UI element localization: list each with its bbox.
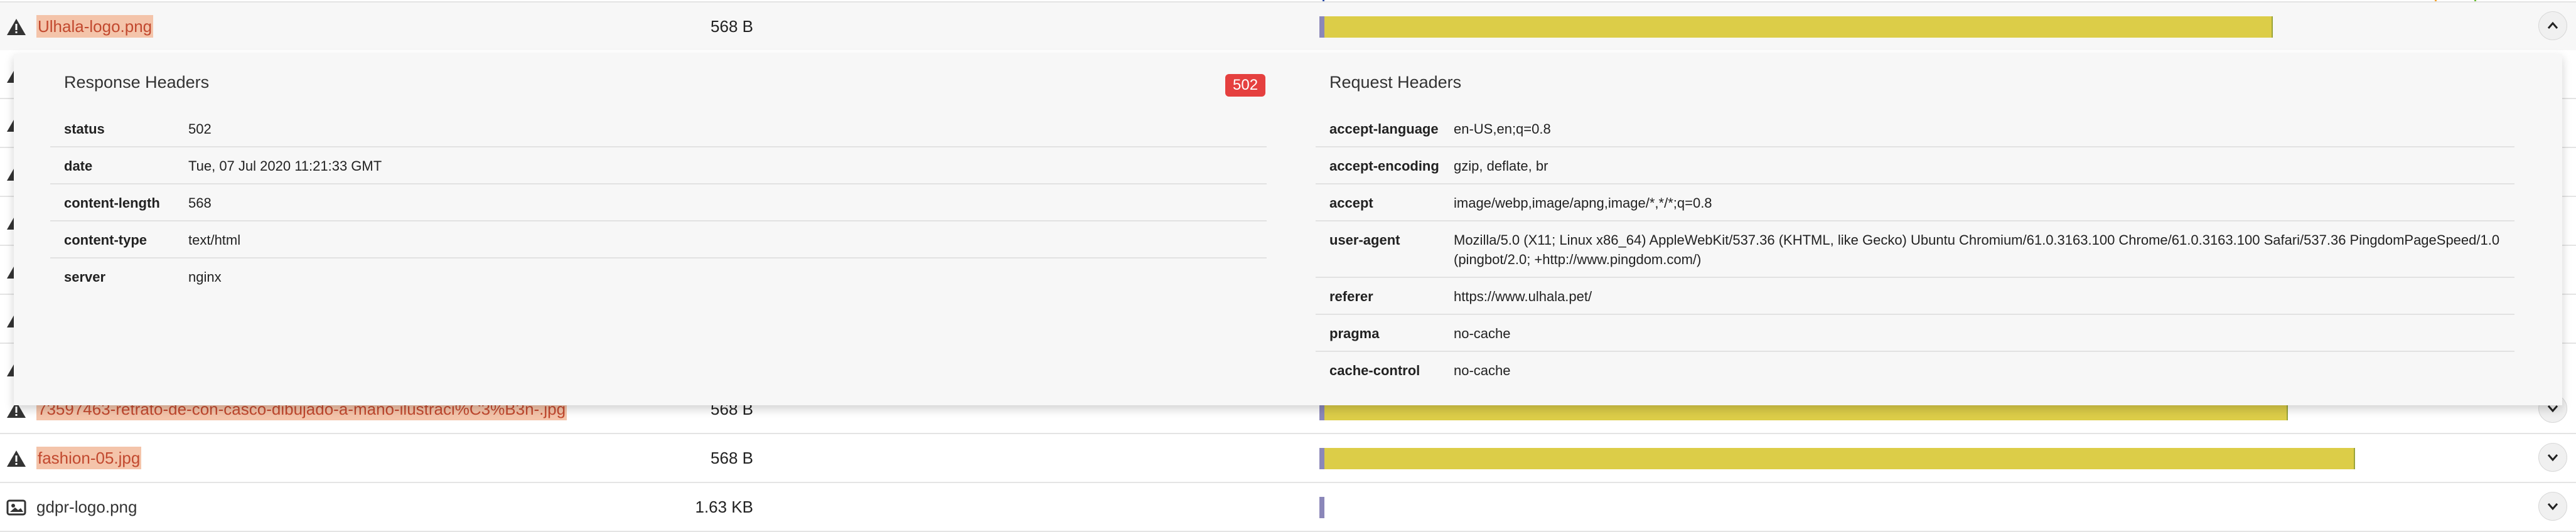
header-value: image/webp,image/apng,image/*,*/*;q=0.8 (1454, 184, 2514, 221)
header-key: accept (1316, 184, 1454, 221)
header-value: gzip, deflate, br (1454, 147, 2514, 184)
timing-bar (1324, 448, 2355, 469)
timing-bar-start (1319, 497, 1324, 518)
header-key: accept-language (1316, 110, 1454, 147)
table-row[interactable]: gdpr-logo.png 1.63 KB (0, 483, 2576, 532)
header-key: accept-encoding (1316, 147, 1454, 184)
header-key: content-length (50, 184, 188, 221)
header-row: accept-language en-US,en;q=0.8 (1316, 110, 2514, 147)
header-key: pragma (1316, 314, 1454, 352)
header-row: accept image/webp,image/apng,image/*,*/*;… (1316, 184, 2514, 221)
image-icon (6, 498, 26, 517)
request-headers-table: accept-language en-US,en;q=0.8 accept-enco… (1316, 110, 2514, 388)
expand-row-button[interactable] (2538, 492, 2567, 521)
header-row: content-length 568 (50, 184, 1267, 221)
file-name-link[interactable]: Ulhala-logo.png (36, 15, 154, 38)
table-row[interactable]: Ulhala-logo.png 568 B (0, 1, 2576, 51)
file-size: 568 B (711, 449, 753, 467)
warning-icon (6, 449, 26, 468)
timing-bar-start (1319, 448, 1324, 469)
header-key: content-type (50, 221, 188, 258)
file-name-link[interactable]: gdpr-logo.png (36, 496, 137, 518)
header-key: status (50, 110, 188, 147)
header-row: server nginx (50, 258, 1267, 294)
timing-bar (1324, 16, 2273, 38)
header-row: date Tue, 07 Jul 2020 11:21:33 GMT (50, 147, 1267, 184)
request-details-panel: Response Headers 502 status 502 date Tue, 0… (14, 54, 2562, 405)
warning-icon (6, 18, 26, 36)
header-row: status 502 (50, 110, 1267, 147)
response-headers-title: Response Headers (64, 73, 210, 92)
header-value: 568 (188, 184, 1267, 221)
chevron-up-icon (2547, 21, 2558, 29)
header-value: nginx (188, 269, 222, 285)
chevron-down-icon (2547, 503, 2558, 511)
file-size: 568 B (711, 17, 753, 36)
request-headers-title: Request Headers (1329, 73, 1462, 92)
header-key: server (64, 269, 106, 285)
header-value: Tue, 07 Jul 2020 11:21:33 GMT (188, 147, 1267, 184)
status-badge: 502 (1225, 74, 1266, 97)
header-row: cache-control no-cache (1316, 351, 2514, 388)
expand-row-button[interactable] (2538, 443, 2567, 472)
header-value: no-cache (1454, 314, 2514, 352)
header-value: Mozilla/5.0 (X11; Linux x86_64) AppleWeb… (1454, 221, 2514, 278)
header-value: text/html (188, 221, 1267, 258)
collapse-row-button[interactable] (2538, 11, 2567, 40)
header-row: referer https://www.ulhala.pet/ (1316, 277, 2514, 315)
header-value: no-cache (1454, 363, 1511, 378)
header-row: accept-encoding gzip, deflate, br (1316, 147, 2514, 184)
header-key: user-agent (1316, 221, 1454, 278)
header-row: pragma no-cache (1316, 314, 2514, 352)
header-value: en-US,en;q=0.8 (1454, 110, 2514, 147)
header-value: https://www.ulhala.pet/ (1454, 277, 2514, 315)
header-key: cache-control (1329, 363, 1420, 378)
header-value: 502 (188, 110, 1267, 147)
header-key: referer (1316, 277, 1454, 315)
table-row[interactable]: fashion-05.jpg 568 B (0, 434, 2576, 483)
response-headers-table: status 502 date Tue, 07 Jul 2020 11:21:33 G… (50, 110, 1267, 294)
file-name-link[interactable]: fashion-05.jpg (36, 447, 142, 469)
header-key: date (50, 147, 188, 184)
timing-bar-start (1319, 16, 1324, 38)
header-row: content-type text/html (50, 221, 1267, 258)
header-row: user-agent Mozilla/5.0 (X11; Linux x86_64… (1316, 221, 2514, 278)
file-size: 1.63 KB (695, 497, 753, 516)
chevron-down-icon (2547, 454, 2558, 462)
